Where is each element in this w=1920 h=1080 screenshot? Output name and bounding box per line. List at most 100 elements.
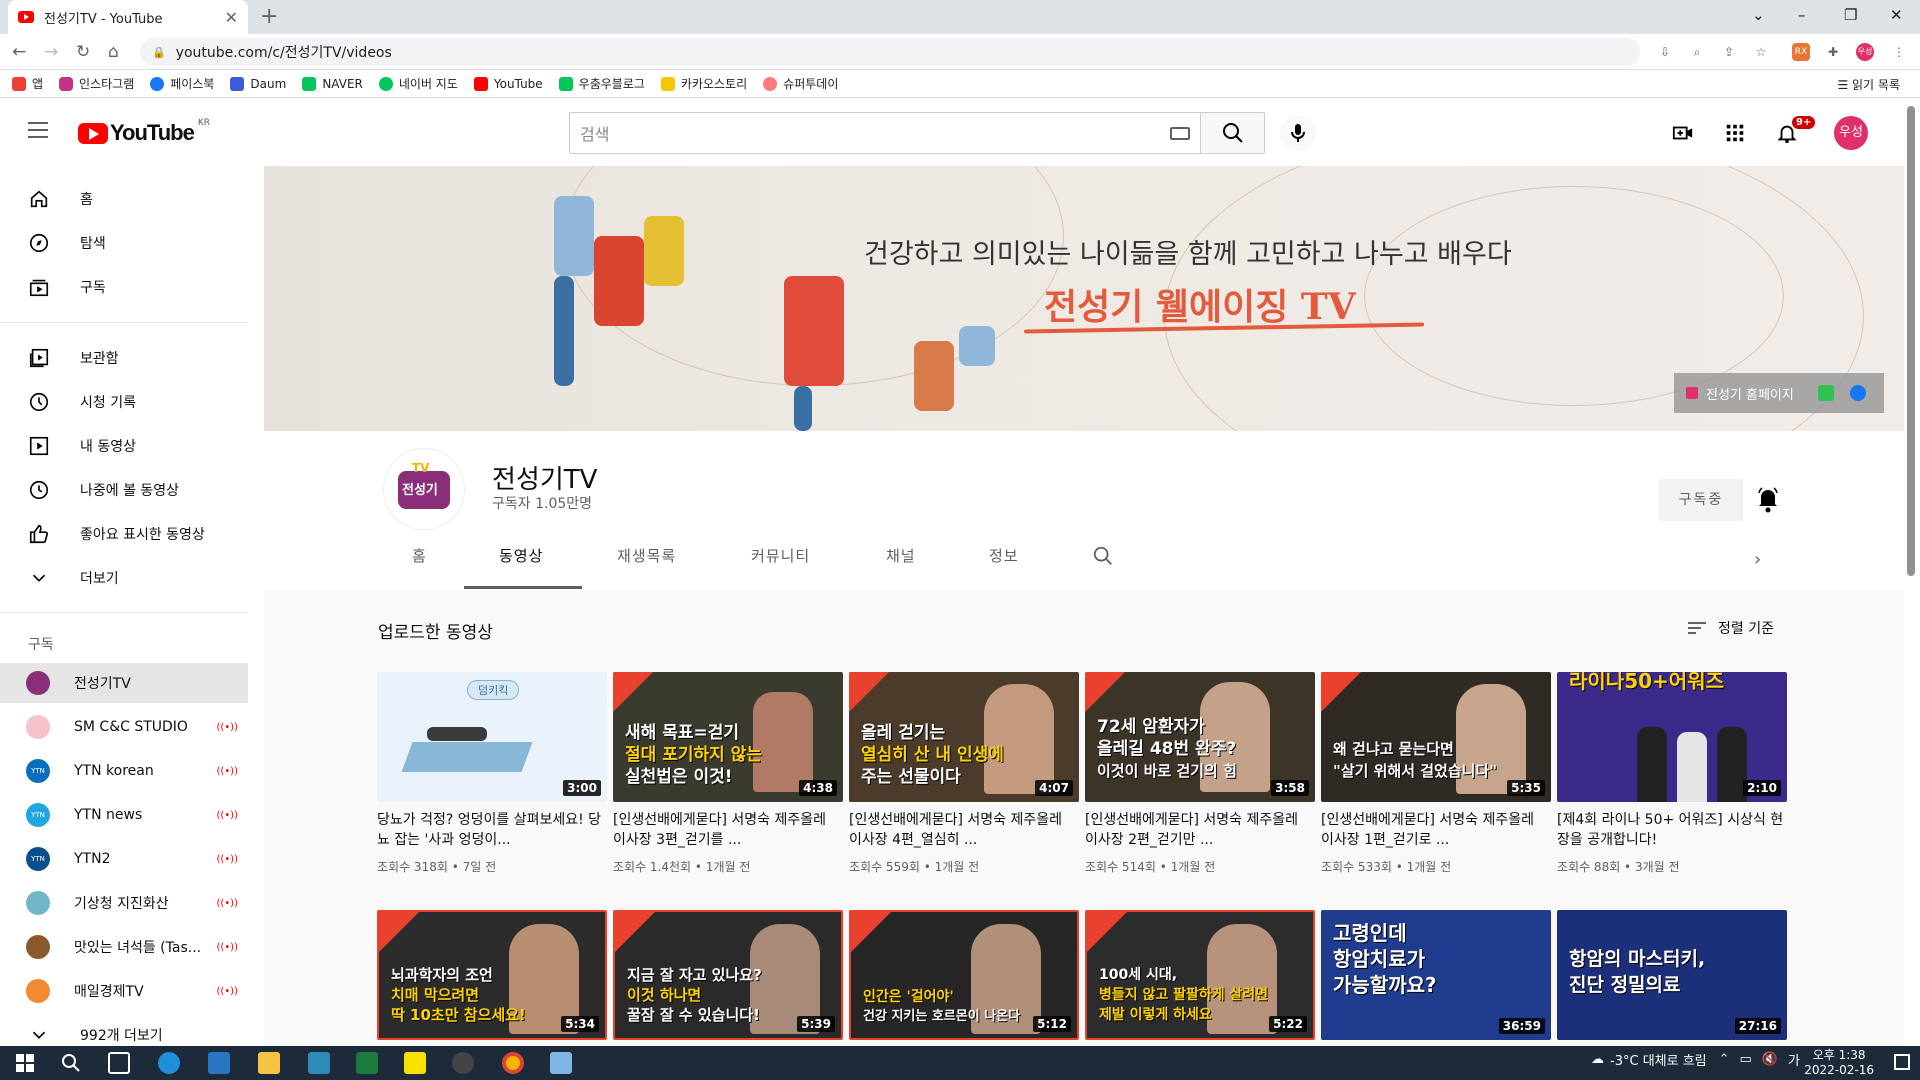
subscription-item-ytn-korean[interactable]: YTN YTN korean ((•)) [0, 751, 248, 791]
video-card[interactable]: 라이나50+어워즈 2:10 [제4회 라이나 50+ 어워즈] 시상식 현장을… [1557, 672, 1787, 875]
account-avatar[interactable]: 우성 [1834, 116, 1868, 150]
video-title[interactable]: [인생선배에게묻다] 서명숙 제주올레 이사장 2편_걷기만 ... [1085, 810, 1315, 850]
video-title[interactable]: [인생선배에게묻다] 서명숙 제주올레 이사장 3편_걷기를 ... [613, 810, 843, 850]
home-browser-icon[interactable]: ⌂ [108, 42, 119, 62]
video-thumbnail[interactable]: 72세 암환자가 올레길 48번 완주? 이것이 바로 걷기의 힘 3:58 [1085, 672, 1315, 802]
new-tab-icon[interactable]: + [260, 4, 278, 29]
bookmark-naver[interactable]: NAVER [302, 76, 363, 91]
ime-icon[interactable]: 가 [1788, 1050, 1800, 1069]
tab-search-icon[interactable]: ⌄ [1752, 6, 1765, 24]
tab-playlists[interactable]: 재생목록 [617, 545, 676, 566]
window-close-icon[interactable]: ✕ [1890, 6, 1903, 24]
youtube-logo[interactable]: YouTube KR [78, 118, 210, 146]
video-card[interactable]: 덤키킥 3:00 당뇨가 걱정? 엉덩이를 살펴보세요! 당뇨 잡는 '사과 엉… [377, 672, 607, 875]
internet-explorer-icon[interactable] [158, 1052, 180, 1074]
banner-links[interactable]: 전성기 홈페이지 [1674, 373, 1884, 413]
subscription-item-tasty-guys[interactable]: 맛있는 녀석들 (Tas... ((•)) [0, 927, 248, 967]
bookmark-instagram[interactable]: 인스타그램 [59, 75, 134, 92]
app-window-icon[interactable] [550, 1052, 572, 1074]
keyboard-icon[interactable] [1170, 127, 1190, 140]
video-title[interactable]: [제4회 라이나 50+ 어워즈] 시상식 현장을 공개합니다! [1557, 810, 1787, 850]
video-thumbnail[interactable]: 덤키킥 3:00 [377, 672, 607, 802]
install-icon[interactable]: ⇩ [1656, 43, 1674, 61]
sidebar-item-subscriptions[interactable]: 구독 [0, 267, 248, 307]
file-explorer-icon[interactable] [258, 1052, 280, 1074]
bookmark-star-icon[interactable]: ☆ [1752, 43, 1770, 61]
video-card[interactable]: 72세 암환자가 올레길 48번 완주? 이것이 바로 걷기의 힘 3:58 [… [1085, 672, 1315, 875]
browser-tab[interactable]: 전성기TV - YouTube ✕ [8, 0, 248, 34]
restore-icon[interactable]: ❐ [1844, 6, 1857, 24]
subscription-item-mk-tv[interactable]: 매일경제TV ((•)) [0, 971, 248, 1011]
back-icon[interactable]: ← [12, 42, 26, 62]
sidebar-item-explore[interactable]: 탐색 [0, 223, 248, 263]
video-card[interactable]: 100세 시대, 병들지 않고 팔팔하게 살려면 제발 이렇게 하세요 5:22 [1085, 910, 1315, 1040]
sidebar-item-library[interactable]: 보관함 [0, 338, 248, 378]
video-card[interactable]: 새해 목표=걷기 절대 포기하지 않는 실천법은 이것! 4:38 [인생선배에… [613, 672, 843, 875]
bookmark-supertoday[interactable]: 슈퍼투데이 [763, 75, 838, 92]
tab-videos[interactable]: 동영상 [499, 545, 543, 566]
sidebar-item-watch-later[interactable]: 나중에 볼 동영상 [0, 470, 248, 510]
minimize-icon[interactable]: – [1798, 6, 1806, 24]
video-thumbnail[interactable]: 라이나50+어워즈 2:10 [1557, 672, 1787, 802]
subscription-item-kma-earthquake[interactable]: 기상청 지진화산 ((•)) [0, 883, 248, 923]
video-card[interactable]: 인간은 '걸어야' 건강 지키는 호르몬이 나온다 5:12 [849, 910, 1079, 1040]
extension-icon[interactable]: RX [1792, 43, 1810, 61]
video-thumbnail[interactable]: 지금 잘 자고 있나요? 이것 하나면 꿀잠 잘 수 있습니다! 5:39 [613, 910, 843, 1040]
video-title[interactable]: [인생선배에게묻다] 서명숙 제주올레 이사장 1편_걷기로 ... [1321, 810, 1551, 850]
video-thumbnail[interactable]: 100세 시대, 병들지 않고 팔팔하게 살려면 제발 이렇게 하세요 5:22 [1085, 910, 1315, 1040]
video-thumbnail[interactable]: 왜 걷냐고 묻는다면 "살기 위해서 걸었습니다" 5:35 [1321, 672, 1551, 802]
channel-search-icon[interactable] [1092, 545, 1114, 567]
share-icon[interactable]: ⇪ [1720, 43, 1738, 61]
address-bar[interactable]: 🔒 youtube.com/c/전성기TV/videos [140, 38, 1640, 66]
video-title[interactable]: [인생선배에게묻다] 서명숙 제주올레 이사장 4편_열심히 ... [849, 810, 1079, 850]
video-card[interactable]: 왜 걷냐고 묻는다면 "살기 위해서 걸었습니다" 5:35 [인생선배에게묻다… [1321, 672, 1551, 875]
task-view-icon[interactable] [108, 1052, 130, 1074]
reload-icon[interactable]: ↻ [76, 42, 90, 62]
video-card[interactable]: 지금 잘 자고 있나요? 이것 하나면 꿀잠 잘 수 있습니다! 5:39 [613, 910, 843, 1040]
hancom-icon[interactable] [308, 1052, 330, 1074]
bookmark-daum[interactable]: Daum [230, 76, 286, 91]
voice-search-button[interactable] [1280, 115, 1316, 151]
windows-start-icon[interactable] [14, 1052, 36, 1074]
sidebar-item-my-videos[interactable]: 내 동영상 [0, 426, 248, 466]
close-tab-icon[interactable]: ✕ [225, 8, 238, 27]
subscription-item-sm-cnc-studio[interactable]: SM C&C STUDIO ((•)) [0, 707, 248, 747]
sidebar-item-more[interactable]: 더보기 [0, 558, 248, 598]
calculator-icon[interactable] [208, 1052, 230, 1074]
search-button[interactable] [1200, 112, 1265, 154]
subscription-item-jeonseonggi-tv[interactable]: 전성기TV [0, 663, 248, 703]
extensions-puzzle-icon[interactable]: ✚ [1824, 43, 1842, 61]
menu-icon[interactable] [28, 122, 48, 138]
forward-icon[interactable]: → [44, 42, 58, 62]
tab-channels[interactable]: 채널 [886, 545, 916, 566]
video-thumbnail[interactable]: 뇌과학자의 조언 치매 막으려면 딱 10초만 참으세요! 5:34 [377, 910, 607, 1040]
search-icon[interactable] [60, 1052, 82, 1074]
naver-blog-icon[interactable] [1817, 385, 1834, 401]
video-title[interactable]: 당뇨가 걱정? 엉덩이를 살펴보세요! 당뇨 잡는 '사과 엉덩이... [377, 810, 607, 850]
scrollbar-thumb[interactable] [1907, 106, 1915, 576]
create-video-icon[interactable] [1672, 122, 1694, 144]
tray-chevron-icon[interactable]: ⌃ [1719, 1052, 1730, 1067]
tab-about[interactable]: 정보 [989, 545, 1019, 566]
video-thumbnail[interactable]: 새해 목표=걷기 절대 포기하지 않는 실천법은 이것! 4:38 [613, 672, 843, 802]
video-card[interactable]: 항암의 마스터키, 진단 정밀의료 27:16 [1557, 910, 1787, 1040]
weather-text[interactable]: -3°C 대체로 흐림 [1610, 1050, 1707, 1069]
sidebar-item-history[interactable]: 시청 기록 [0, 382, 248, 422]
video-card[interactable]: 뇌과학자의 조언 치매 막으려면 딱 10초만 참으세요! 5:34 [377, 910, 607, 1040]
video-card[interactable]: 고령인데 항암치료가 가능할까요? 36:59 [1321, 910, 1551, 1040]
reading-list[interactable]: ☰ 읽기 목록 [1837, 76, 1900, 93]
subscribed-button[interactable]: 구독중 [1659, 479, 1743, 521]
video-thumbnail[interactable]: 인간은 '걸어야' 건강 지키는 호르몬이 나온다 5:12 [849, 910, 1079, 1040]
subscription-item-ytn-news[interactable]: YTN YTN news ((•)) [0, 795, 248, 835]
channel-avatar[interactable]: TV 전성기 [384, 449, 464, 529]
bookmark-naver-map[interactable]: 네이버 지도 [378, 75, 458, 92]
tabs-next-chevron-icon[interactable]: › [1754, 549, 1761, 570]
sidebar-item-liked[interactable]: 좋아요 표시한 동영상 [0, 514, 248, 554]
bookmark-kakaostory[interactable]: 카카오스토리 [660, 75, 747, 92]
bookmark-youtube[interactable]: YouTube [473, 76, 543, 91]
notification-center-icon[interactable] [1894, 1054, 1910, 1070]
bookmark-facebook[interactable]: 페이스북 [150, 75, 214, 92]
notification-bell-icon[interactable] [1756, 485, 1780, 513]
sort-button[interactable]: 정렬 기준 [1688, 618, 1774, 638]
profile-icon[interactable]: 우성 [1856, 43, 1874, 61]
